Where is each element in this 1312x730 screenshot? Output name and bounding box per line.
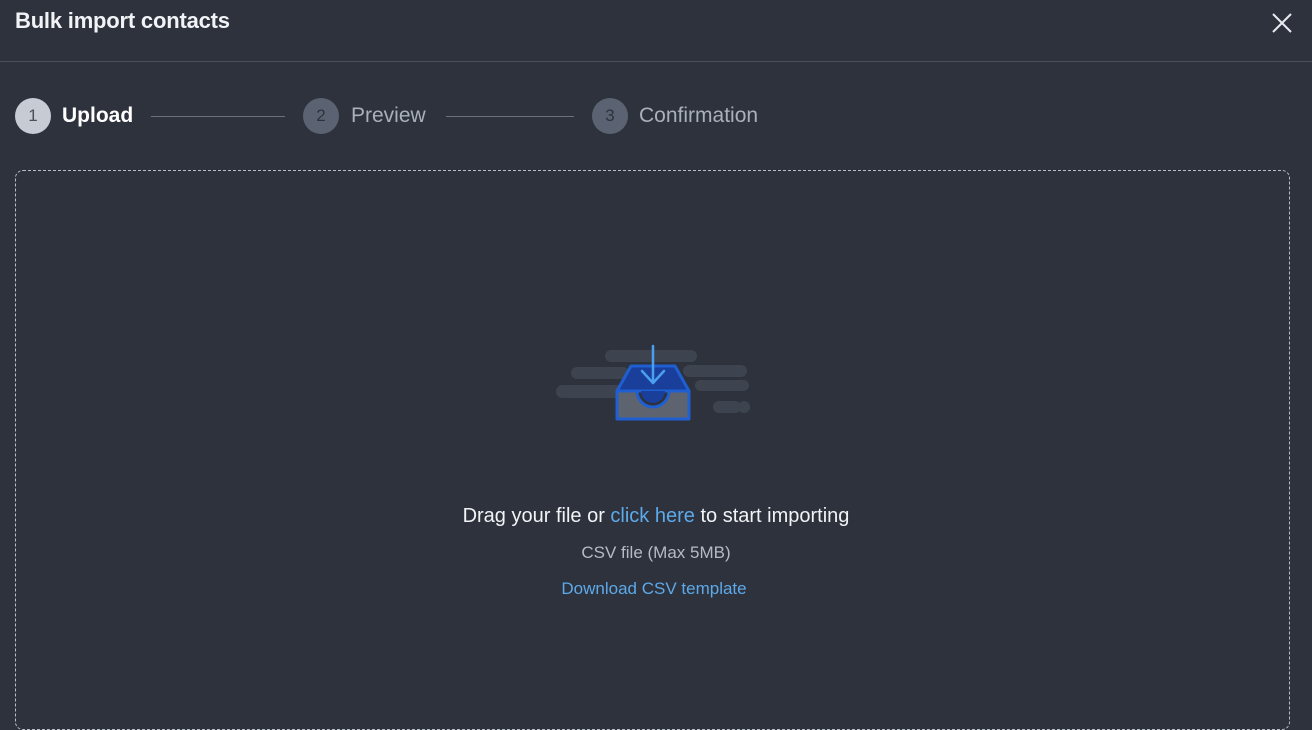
dialog-title: Bulk import contacts <box>15 8 230 33</box>
download-template-link[interactable]: Download CSV template <box>553 579 755 599</box>
instructions-prefix: Drag your file or <box>462 505 611 527</box>
step-connector <box>446 116 574 117</box>
file-hint: CSV file (Max 5MB) <box>581 543 731 562</box>
file-dropzone[interactable] <box>15 170 1290 730</box>
click-here-link[interactable]: click here <box>610 505 694 527</box>
step-2-number: 2 <box>303 98 339 134</box>
step-3-label: Confirmation <box>639 104 759 127</box>
step-1-number: 1 <box>15 98 51 134</box>
close-icon <box>1272 13 1292 33</box>
step-1-label: Upload <box>62 104 134 127</box>
step-connector <box>151 116 285 117</box>
instructions-suffix: to start importing <box>694 505 850 527</box>
close-button[interactable] <box>1270 11 1294 35</box>
inbox-download-icon <box>556 344 750 421</box>
stepper: 1 Upload 2 Preview 3 Confirmation <box>0 96 1312 136</box>
step-2-label: Preview <box>351 104 426 127</box>
dialog-header: Bulk import contacts <box>0 0 1312 62</box>
dropzone-instructions: Drag your file or click here to start im… <box>0 505 1312 528</box>
step-3-number: 3 <box>592 98 628 134</box>
